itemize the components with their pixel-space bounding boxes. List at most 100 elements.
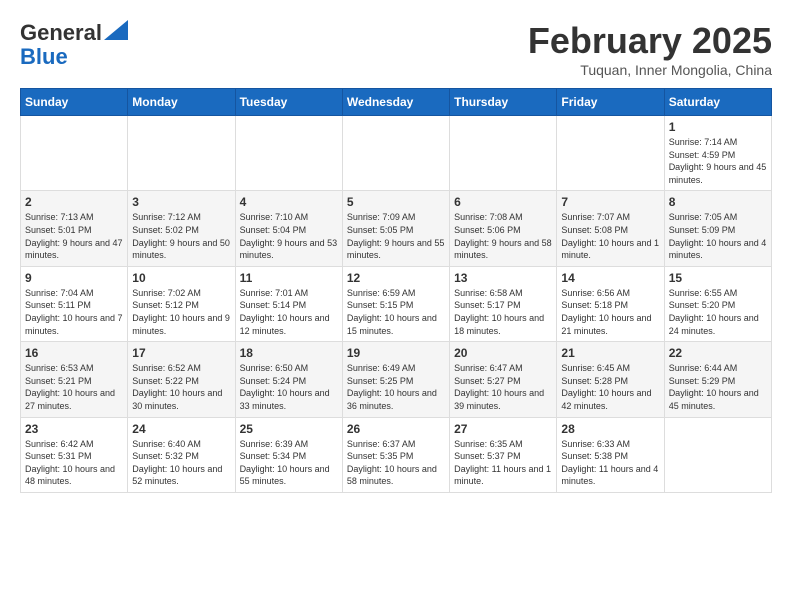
- calendar-cell: [342, 116, 449, 191]
- day-info: Sunrise: 7:14 AM Sunset: 4:59 PM Dayligh…: [669, 136, 767, 186]
- weekday-header: Tuesday: [235, 89, 342, 116]
- calendar-table: SundayMondayTuesdayWednesdayThursdayFrid…: [20, 88, 772, 493]
- calendar-cell: [235, 116, 342, 191]
- calendar-cell: 16 Sunrise: 6:53 AM Sunset: 5:21 PM Dayli…: [21, 342, 128, 417]
- day-info: Sunrise: 6:55 AM Sunset: 5:20 PM Dayligh…: [669, 287, 767, 337]
- calendar-cell: 15Sunrise: 6:55 AM Sunset: 5:20 PM Dayli…: [664, 266, 771, 341]
- day-info: Sunrise: 7:13 AM Sunset: 5:01 PM Dayligh…: [25, 211, 123, 261]
- calendar-header-row: SundayMondayTuesdayWednesdayThursdayFrid…: [21, 89, 772, 116]
- day-number: 3: [132, 195, 230, 209]
- day-number: 25: [240, 422, 338, 436]
- calendar-cell: 4 Sunrise: 7:10 AM Sunset: 5:04 PM Daylig…: [235, 191, 342, 266]
- calendar-cell: 20Sunrise: 6:47 AM Sunset: 5:27 PM Dayli…: [450, 342, 557, 417]
- calendar-cell: 1Sunrise: 7:14 AM Sunset: 4:59 PM Daylig…: [664, 116, 771, 191]
- day-info: Sunrise: 6:52 AM Sunset: 5:22 PM Dayligh…: [132, 362, 230, 412]
- calendar-week-row: 16 Sunrise: 6:53 AM Sunset: 5:21 PM Dayli…: [21, 342, 772, 417]
- calendar-week-row: 9 Sunrise: 7:04 AM Sunset: 5:11 PM Daylig…: [21, 266, 772, 341]
- day-number: 24: [132, 422, 230, 436]
- day-info: Sunrise: 6:44 AM Sunset: 5:29 PM Dayligh…: [669, 362, 767, 412]
- day-number: 23: [25, 422, 123, 436]
- day-info: Sunrise: 6:50 AM Sunset: 5:24 PM Dayligh…: [240, 362, 338, 412]
- calendar-cell: 17 Sunrise: 6:52 AM Sunset: 5:22 PM Dayli…: [128, 342, 235, 417]
- day-number: 21: [561, 346, 659, 360]
- day-info: Sunrise: 7:07 AM Sunset: 5:08 PM Dayligh…: [561, 211, 659, 261]
- day-info: Sunrise: 6:42 AM Sunset: 5:31 PM Dayligh…: [25, 438, 123, 488]
- weekday-header: Thursday: [450, 89, 557, 116]
- day-number: 5: [347, 195, 445, 209]
- day-info: Sunrise: 6:39 AM Sunset: 5:34 PM Dayligh…: [240, 438, 338, 488]
- logo-icon: [104, 20, 128, 40]
- day-info: Sunrise: 7:08 AM Sunset: 5:06 PM Dayligh…: [454, 211, 552, 261]
- calendar-cell: 18 Sunrise: 6:50 AM Sunset: 5:24 PM Dayli…: [235, 342, 342, 417]
- calendar-cell: 8 Sunrise: 7:05 AM Sunset: 5:09 PM Daylig…: [664, 191, 771, 266]
- day-info: Sunrise: 6:58 AM Sunset: 5:17 PM Dayligh…: [454, 287, 552, 337]
- page-header: General Blue February 2025 Tuquan, Inner…: [20, 20, 772, 78]
- day-number: 26: [347, 422, 445, 436]
- calendar-cell: [128, 116, 235, 191]
- weekday-header: Friday: [557, 89, 664, 116]
- day-number: 16: [25, 346, 123, 360]
- calendar-cell: 5Sunrise: 7:09 AM Sunset: 5:05 PM Daylig…: [342, 191, 449, 266]
- calendar-cell: 28 Sunrise: 6:33 AM Sunset: 5:38 PM Dayli…: [557, 417, 664, 492]
- calendar-cell: 21 Sunrise: 6:45 AM Sunset: 5:28 PM Dayli…: [557, 342, 664, 417]
- calendar-cell: 11 Sunrise: 7:01 AM Sunset: 5:14 PM Dayli…: [235, 266, 342, 341]
- calendar-cell: [450, 116, 557, 191]
- calendar-week-row: 23 Sunrise: 6:42 AM Sunset: 5:31 PM Dayli…: [21, 417, 772, 492]
- calendar-cell: [21, 116, 128, 191]
- day-number: 22: [669, 346, 767, 360]
- calendar-cell: 26Sunrise: 6:37 AM Sunset: 5:35 PM Dayli…: [342, 417, 449, 492]
- day-number: 7: [561, 195, 659, 209]
- day-info: Sunrise: 6:40 AM Sunset: 5:32 PM Dayligh…: [132, 438, 230, 488]
- day-info: Sunrise: 6:35 AM Sunset: 5:37 PM Dayligh…: [454, 438, 552, 488]
- calendar-cell: [557, 116, 664, 191]
- day-info: Sunrise: 7:12 AM Sunset: 5:02 PM Dayligh…: [132, 211, 230, 261]
- weekday-header: Wednesday: [342, 89, 449, 116]
- weekday-header: Monday: [128, 89, 235, 116]
- day-number: 20: [454, 346, 552, 360]
- day-info: Sunrise: 7:10 AM Sunset: 5:04 PM Dayligh…: [240, 211, 338, 261]
- day-info: Sunrise: 6:49 AM Sunset: 5:25 PM Dayligh…: [347, 362, 445, 412]
- day-info: Sunrise: 6:45 AM Sunset: 5:28 PM Dayligh…: [561, 362, 659, 412]
- day-info: Sunrise: 7:01 AM Sunset: 5:14 PM Dayligh…: [240, 287, 338, 337]
- day-number: 9: [25, 271, 123, 285]
- month-title: February 2025: [528, 20, 772, 62]
- calendar-cell: 10Sunrise: 7:02 AM Sunset: 5:12 PM Dayli…: [128, 266, 235, 341]
- title-block: February 2025 Tuquan, Inner Mongolia, Ch…: [528, 20, 772, 78]
- calendar-cell: 22 Sunrise: 6:44 AM Sunset: 5:29 PM Dayli…: [664, 342, 771, 417]
- calendar-cell: 23 Sunrise: 6:42 AM Sunset: 5:31 PM Dayli…: [21, 417, 128, 492]
- calendar-cell: 7 Sunrise: 7:07 AM Sunset: 5:08 PM Daylig…: [557, 191, 664, 266]
- calendar-cell: [664, 417, 771, 492]
- day-number: 14: [561, 271, 659, 285]
- calendar-cell: 13 Sunrise: 6:58 AM Sunset: 5:17 PM Dayli…: [450, 266, 557, 341]
- day-info: Sunrise: 7:05 AM Sunset: 5:09 PM Dayligh…: [669, 211, 767, 261]
- day-number: 13: [454, 271, 552, 285]
- weekday-header: Saturday: [664, 89, 771, 116]
- day-info: Sunrise: 6:33 AM Sunset: 5:38 PM Dayligh…: [561, 438, 659, 488]
- day-number: 12: [347, 271, 445, 285]
- day-number: 19: [347, 346, 445, 360]
- day-number: 11: [240, 271, 338, 285]
- calendar-body: 1Sunrise: 7:14 AM Sunset: 4:59 PM Daylig…: [21, 116, 772, 493]
- logo: General Blue: [20, 20, 128, 69]
- calendar-cell: 14Sunrise: 6:56 AM Sunset: 5:18 PM Dayli…: [557, 266, 664, 341]
- calendar-cell: 24 Sunrise: 6:40 AM Sunset: 5:32 PM Dayli…: [128, 417, 235, 492]
- day-info: Sunrise: 7:04 AM Sunset: 5:11 PM Dayligh…: [25, 287, 123, 337]
- day-number: 28: [561, 422, 659, 436]
- day-info: Sunrise: 6:59 AM Sunset: 5:15 PM Dayligh…: [347, 287, 445, 337]
- calendar-cell: 27 Sunrise: 6:35 AM Sunset: 5:37 PM Dayli…: [450, 417, 557, 492]
- calendar-cell: 12 Sunrise: 6:59 AM Sunset: 5:15 PM Dayli…: [342, 266, 449, 341]
- calendar-week-row: 1Sunrise: 7:14 AM Sunset: 4:59 PM Daylig…: [21, 116, 772, 191]
- day-number: 10: [132, 271, 230, 285]
- day-number: 8: [669, 195, 767, 209]
- calendar-cell: 3 Sunrise: 7:12 AM Sunset: 5:02 PM Daylig…: [128, 191, 235, 266]
- day-number: 4: [240, 195, 338, 209]
- day-number: 27: [454, 422, 552, 436]
- location: Tuquan, Inner Mongolia, China: [528, 62, 772, 78]
- day-number: 17: [132, 346, 230, 360]
- calendar-week-row: 2 Sunrise: 7:13 AM Sunset: 5:01 PM Daylig…: [21, 191, 772, 266]
- calendar-cell: 6Sunrise: 7:08 AM Sunset: 5:06 PM Daylig…: [450, 191, 557, 266]
- day-info: Sunrise: 6:53 AM Sunset: 5:21 PM Dayligh…: [25, 362, 123, 412]
- day-number: 18: [240, 346, 338, 360]
- weekday-header: Sunday: [21, 89, 128, 116]
- day-number: 2: [25, 195, 123, 209]
